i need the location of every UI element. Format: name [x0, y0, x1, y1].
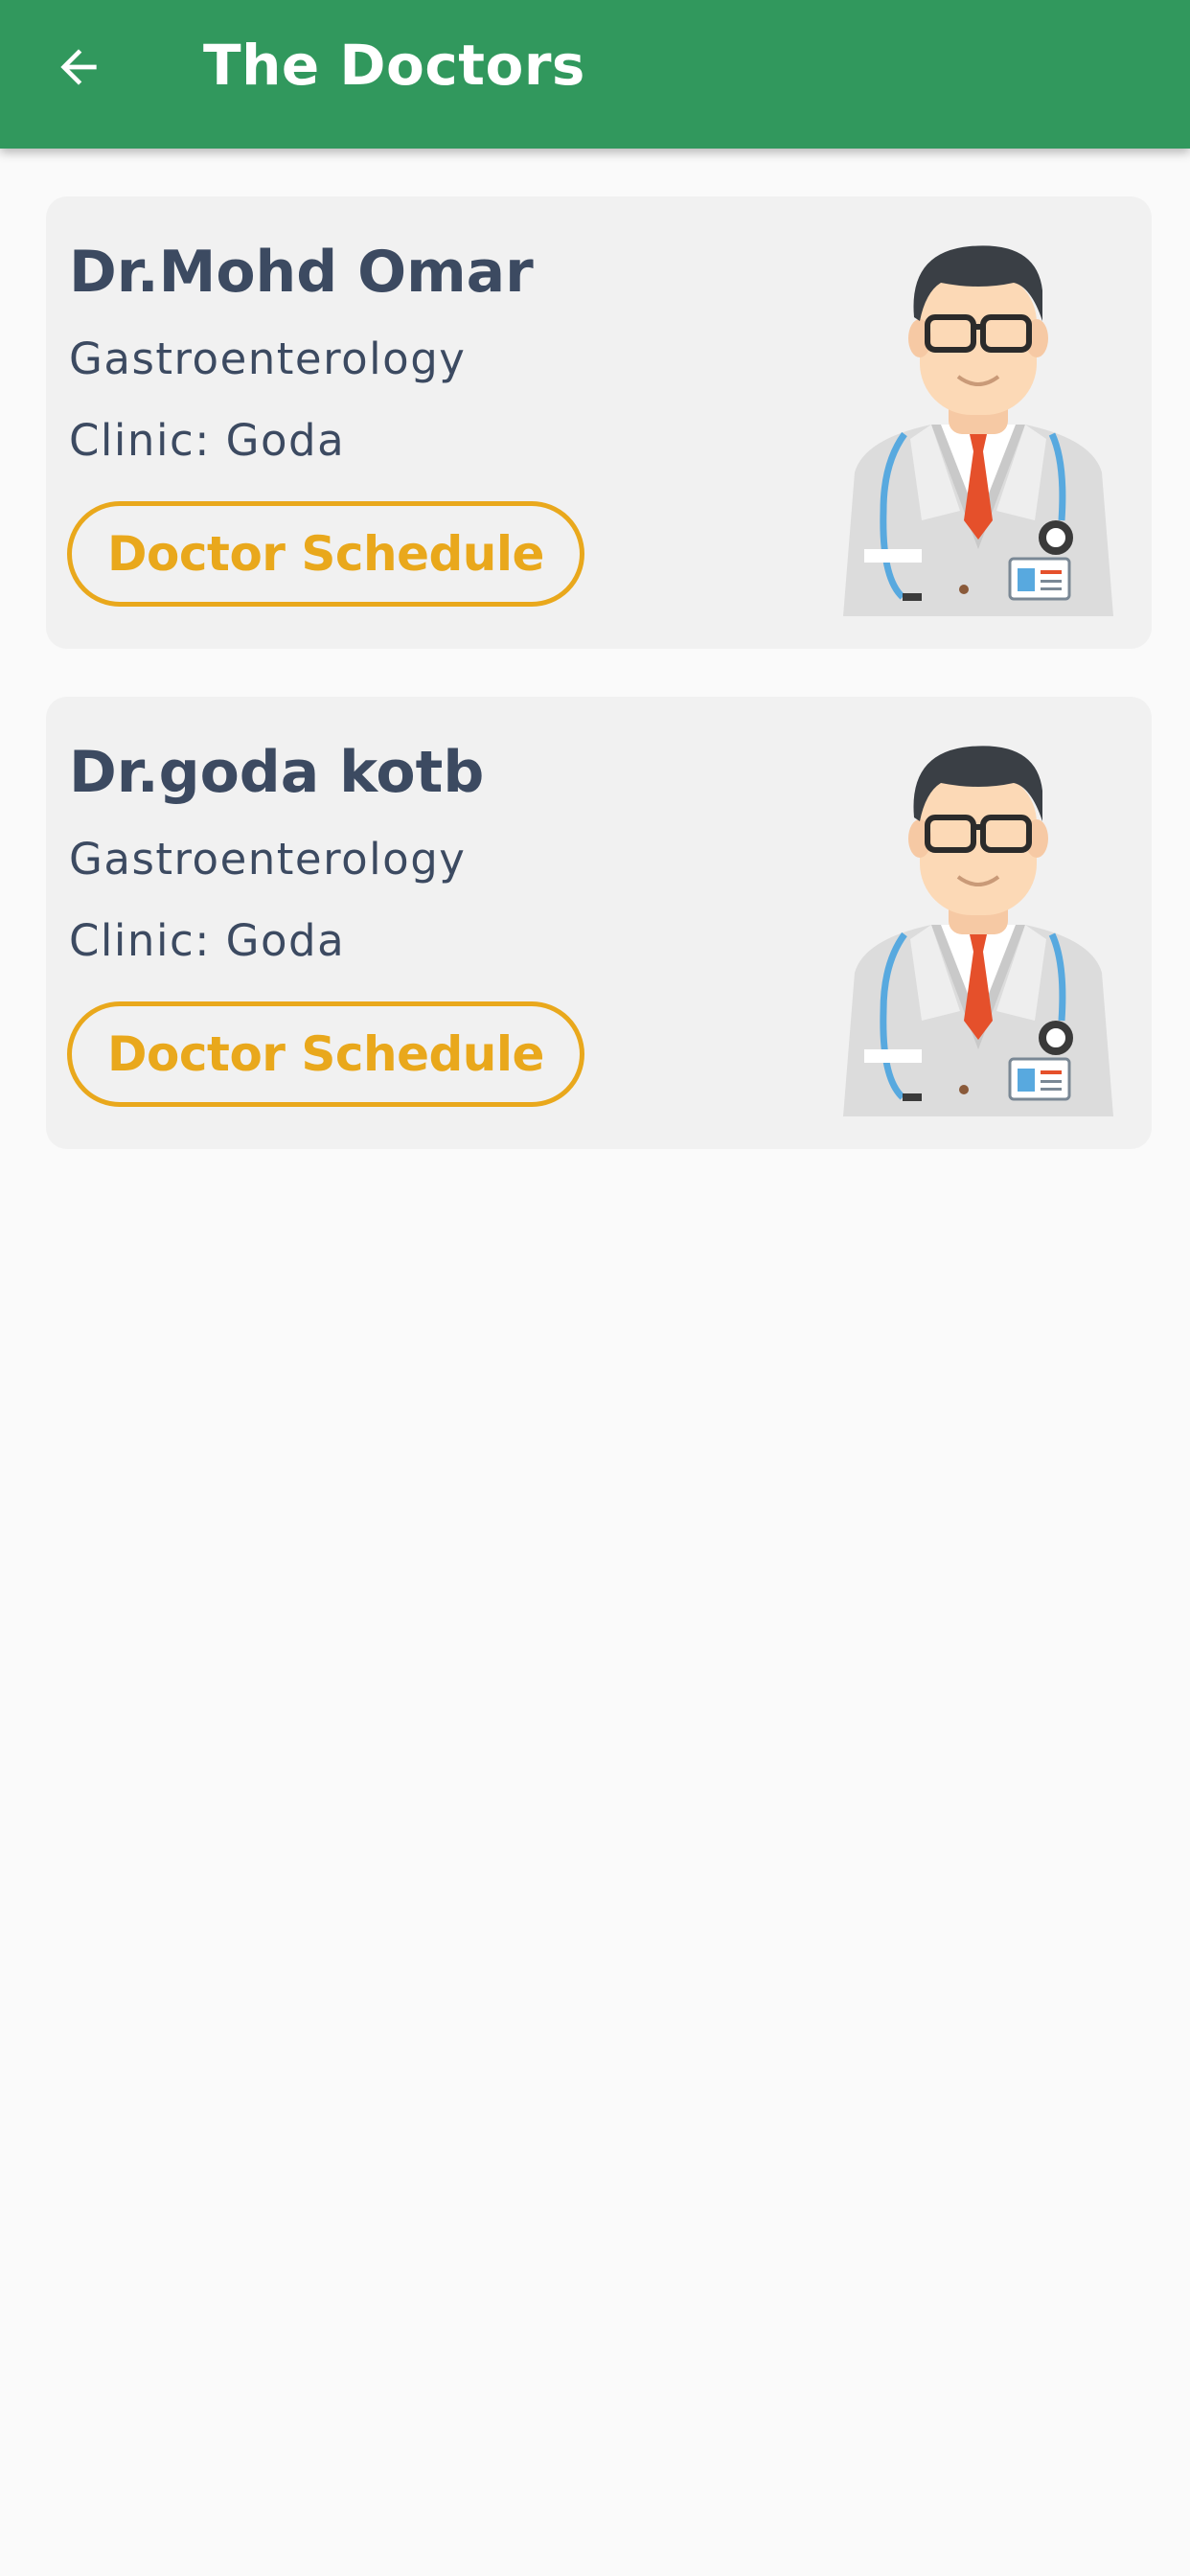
- doctor-card[interactable]: Dr.goda kotb Gastroenterology Clinic: Go…: [46, 697, 1152, 1149]
- page-title: The Doctors: [203, 33, 585, 98]
- doctor-specialty: Gastroenterology: [69, 834, 467, 885]
- doctor-name: Dr.Mohd Omar: [69, 239, 534, 306]
- doctor-schedule-button[interactable]: Doctor Schedule: [67, 501, 584, 607]
- doctor-clinic: Clinic: Goda: [69, 915, 346, 966]
- doctor-schedule-button[interactable]: Doctor Schedule: [67, 1001, 584, 1107]
- doctor-clinic: Clinic: Goda: [69, 415, 346, 466]
- doctor-specialty: Gastroenterology: [69, 334, 467, 384]
- back-button[interactable]: [50, 38, 107, 96]
- doctor-avatar-icon: [843, 746, 1113, 1116]
- arrow-left-icon: [60, 49, 97, 85]
- app-bar: The Doctors: [0, 0, 1190, 149]
- doctor-avatar-icon: [843, 245, 1113, 616]
- doctor-name: Dr.goda kotb: [69, 739, 485, 806]
- doctor-card[interactable]: Dr.Mohd Omar Gastroenterology Clinic: Go…: [46, 196, 1152, 649]
- doctor-list: Dr.Mohd Omar Gastroenterology Clinic: Go…: [46, 196, 1152, 1197]
